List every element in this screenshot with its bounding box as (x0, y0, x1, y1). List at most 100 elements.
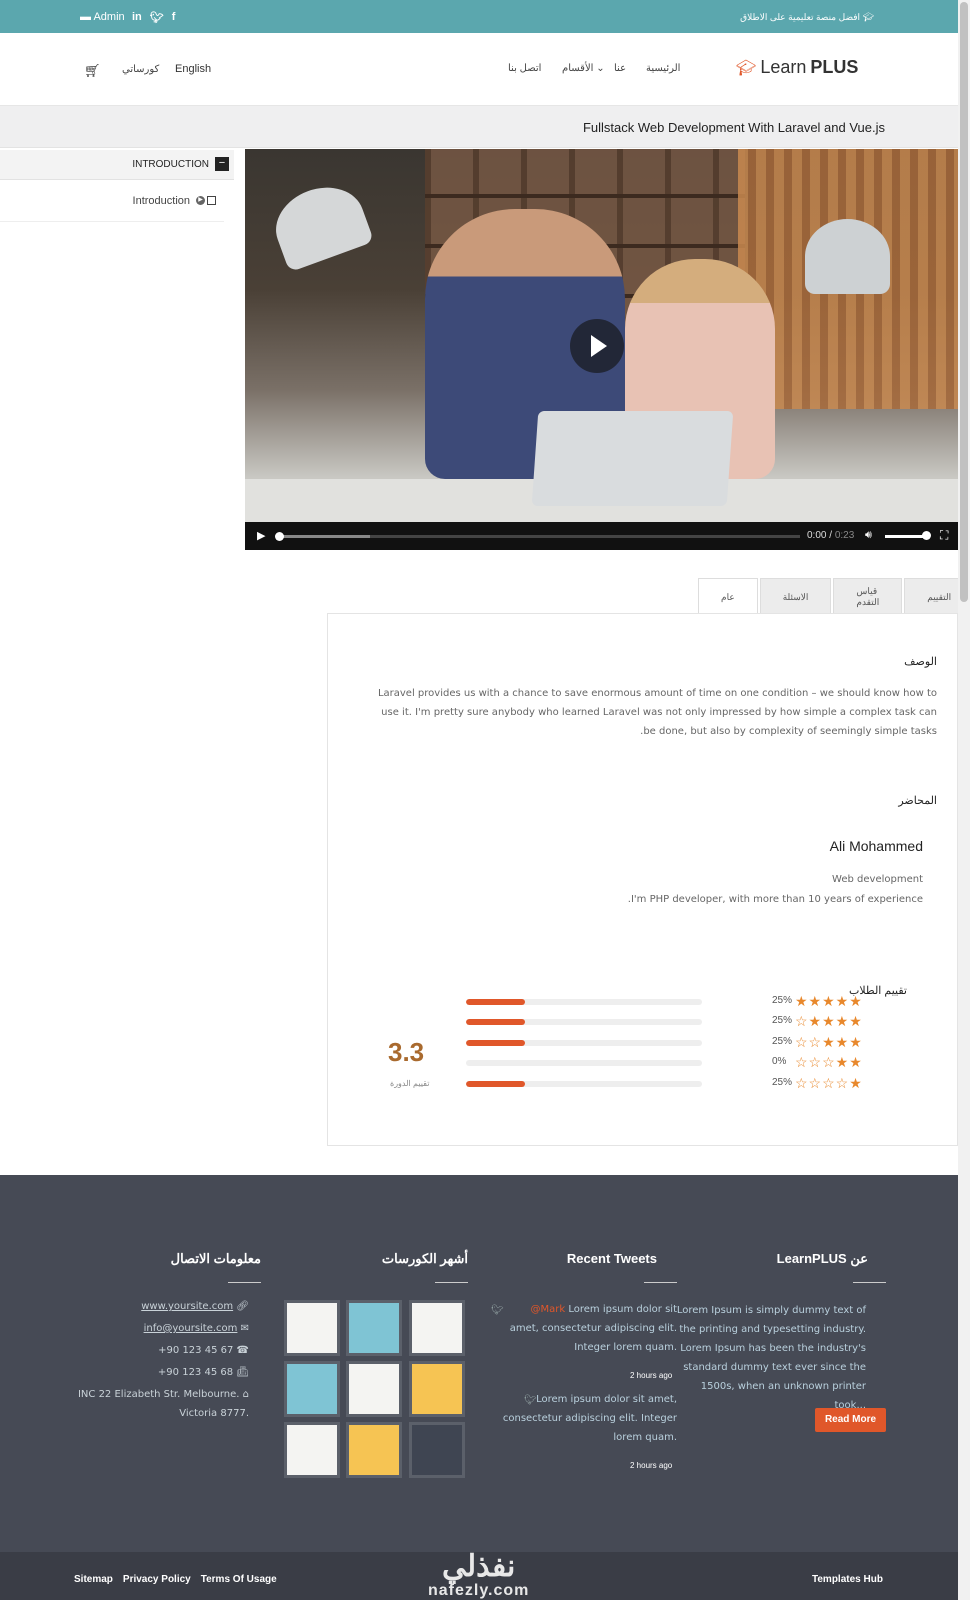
video-controls: ▶ 0:00 / 0:23 🔊︎ ⛶ (245, 522, 958, 550)
cart-icon[interactable]: 🛒︎ (84, 63, 101, 79)
privacy-policy-link[interactable]: Privacy Policy (123, 1574, 191, 1585)
big-play-button[interactable] (570, 319, 624, 373)
course-thumbnail[interactable] (346, 1300, 402, 1356)
watermark-arabic: نفذلي (441, 1550, 516, 1583)
logo-bold: PLUS (810, 57, 859, 77)
nav-contact[interactable]: اتصل بنا (508, 63, 541, 74)
nav-categories[interactable]: الأقسام ⌄ (562, 63, 605, 74)
nav-about[interactable]: عنا (614, 63, 626, 74)
tweet-text: Lorem ipsum dolor sit amet, consectetur … (502, 1394, 677, 1443)
read-more-button[interactable]: Read More (815, 1408, 886, 1432)
twitter-icon[interactable]: 🐦︎ (150, 11, 164, 24)
tab-questions[interactable]: الاسئلة (759, 578, 832, 615)
footer-courses-title: أشهر الكورسات (381, 1251, 468, 1266)
tagline-text: افضل منصة تعليمية على الاطلاق (740, 12, 861, 22)
play-icon[interactable]: ▶ (257, 529, 265, 542)
language-switch[interactable]: English (175, 63, 211, 75)
buffered-bar (280, 535, 370, 538)
nav-home[interactable]: الرئيسية (646, 63, 680, 74)
volume-slider[interactable] (885, 535, 925, 538)
volume-handle[interactable] (922, 531, 931, 540)
fullscreen-icon[interactable]: ⛶ (940, 528, 948, 543)
footer-divider (228, 1282, 261, 1283)
contact-fax: +90 123 45 68 📠︎ (158, 1367, 249, 1378)
email-link[interactable]: info@yoursite.com (144, 1323, 238, 1334)
collapse-icon[interactable]: − (215, 157, 229, 171)
course-thumbnail[interactable] (346, 1361, 402, 1417)
course-thumbnail[interactable] (284, 1361, 340, 1417)
course-title: Fullstack Web Development With Laravel a… (582, 120, 885, 135)
page-scrollbar[interactable] (958, 0, 970, 1600)
rating-bar (466, 999, 702, 1005)
star-rating-icon: ☆★★★★ (795, 1013, 863, 1029)
chevron-down-icon: ⌄ (596, 63, 605, 74)
video-frame-shelf (425, 194, 745, 198)
bottom-bar: Sitemap Privacy Policy Terms Of Usage نف… (0, 1552, 958, 1600)
score-label: تقييم الدورة (390, 1079, 430, 1088)
course-title-bar: Fullstack Web Development With Laravel a… (0, 106, 958, 148)
phone-icon: ☎ (236, 1345, 249, 1356)
course-thumbnail[interactable] (284, 1422, 340, 1478)
terms-link[interactable]: Terms Of Usage (201, 1574, 277, 1585)
website-link[interactable]: www.yoursite.com (141, 1301, 233, 1312)
rating-row: 0% ☆☆☆★★ (466, 1054, 876, 1070)
contact-email[interactable]: info@yoursite.com ✉ (144, 1323, 249, 1334)
address-inc: INC (77, 1389, 96, 1400)
templates-hub-link[interactable]: Templates Hub (812, 1574, 883, 1585)
footer-contact-title: معلومات الاتصال (170, 1251, 261, 1266)
watermark-url: nafezly.com (428, 1582, 530, 1599)
rating-bar (466, 1060, 702, 1066)
rating-row: 25% ☆☆☆☆★ (466, 1075, 876, 1091)
footer-about-title: عن LearnPLUS (776, 1251, 868, 1266)
footer-divider (853, 1282, 886, 1283)
volume-icon[interactable]: 🔊︎ (865, 529, 872, 542)
logo-light: Learn (760, 57, 807, 77)
course-thumbnail[interactable] (409, 1300, 465, 1356)
course-thumbnail[interactable] (284, 1300, 340, 1356)
instructor-title: المحاضر (898, 795, 937, 807)
tweet-handle[interactable]: @Mark (531, 1304, 566, 1315)
linkedin-icon[interactable]: in (132, 11, 142, 24)
rating-bar-fill (466, 1040, 525, 1046)
rating-bar-fill (466, 1081, 525, 1087)
tagline: 🎓︎ افضل منصة تعليمية على الاطلاق (740, 12, 874, 22)
tab-content: الوصف Laravel provides us with a chance … (327, 613, 958, 1146)
progress-bar[interactable] (275, 532, 800, 541)
logo[interactable]: 🎓︎ Learn PLUS (736, 57, 858, 78)
current-time: 0:00 (807, 530, 827, 541)
rating-bar-fill (466, 999, 525, 1005)
section-header[interactable]: INTRODUCTION − (0, 150, 234, 180)
progress-handle[interactable] (275, 532, 284, 541)
tab-general[interactable]: عام (698, 578, 758, 616)
rating-bar-fill (466, 1019, 525, 1025)
footer-links: Sitemap Privacy Policy Terms Of Usage (74, 1574, 277, 1585)
footer-tweets-title: Recent Tweets (566, 1251, 657, 1266)
rating-bar (466, 1019, 702, 1025)
star-rating-icon: ☆☆★★★ (795, 1034, 863, 1050)
footer-about-text: Lorem Ipsum is simply dummy text of the … (676, 1305, 866, 1411)
course-thumbnail[interactable] (409, 1361, 465, 1417)
video-player[interactable]: ▶ 0:00 / 0:23 🔊︎ ⛶ (245, 149, 958, 550)
tab-progress[interactable]: قياس التقدم (833, 578, 903, 615)
scrollbar-thumb[interactable] (960, 2, 968, 602)
sitemap-link[interactable]: Sitemap (74, 1574, 113, 1585)
tweet-time: 2 hours ago (630, 1461, 673, 1470)
star-rating-icon: ★★★★★ (795, 993, 863, 1009)
contact-address-2: Victoria 8777. (179, 1408, 249, 1419)
course-thumbnail[interactable] (409, 1422, 465, 1478)
contact-website[interactable]: www.yoursite.com 🔗︎ (141, 1301, 249, 1312)
star-rating-icon: ☆☆☆★★ (795, 1054, 863, 1070)
facebook-icon[interactable]: f (172, 11, 176, 24)
address-line-1: 22 Elizabeth Str. Melbourne. (98, 1389, 240, 1400)
duration: 0:23 (834, 530, 855, 541)
play-circle-icon: ▶ (196, 196, 205, 205)
course-thumbnail[interactable] (346, 1422, 402, 1478)
admin-menu[interactable]: ▬ Admin (80, 11, 125, 23)
lesson-checkbox[interactable] (207, 196, 216, 205)
instructor-role: Web development (832, 874, 923, 885)
rating-percent: 0% (772, 1056, 787, 1067)
video-frame-lamp (805, 219, 890, 294)
lesson-item[interactable]: Introduction ▶ (0, 180, 224, 222)
my-courses-link[interactable]: كورساتي (122, 64, 159, 75)
video-frame-lamp (265, 175, 375, 273)
